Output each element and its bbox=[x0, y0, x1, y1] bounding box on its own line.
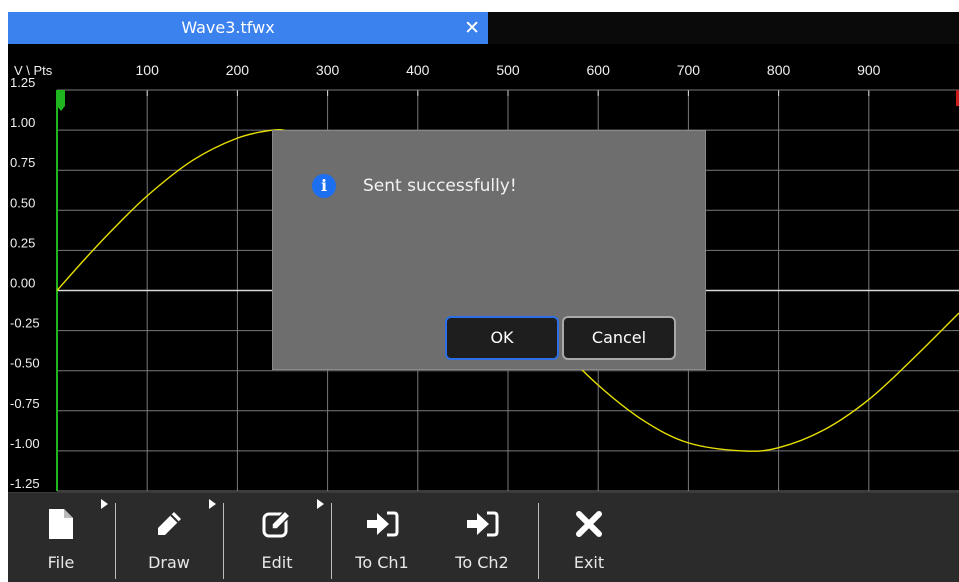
exit-button[interactable]: Exit bbox=[539, 493, 639, 582]
corner-label: V \ Pts bbox=[14, 63, 53, 78]
to-ch1-label: To Ch1 bbox=[355, 553, 409, 572]
file-icon bbox=[8, 509, 114, 539]
x-tick-label: 500 bbox=[496, 62, 520, 78]
x-tick-label: 700 bbox=[677, 62, 701, 78]
draw-button[interactable]: Draw bbox=[116, 493, 222, 582]
exit-label: Exit bbox=[573, 553, 605, 572]
edit-button[interactable]: Edit bbox=[224, 493, 330, 582]
pencil-icon bbox=[116, 509, 222, 539]
y-tick-label: 0.75 bbox=[10, 155, 35, 170]
dialog-message: Sent successfully! bbox=[363, 176, 517, 196]
submenu-arrow-icon bbox=[101, 499, 108, 509]
y-tick-label: -1.25 bbox=[10, 476, 40, 491]
sent-success-dialog: i Sent successfully! OK Cancel bbox=[272, 130, 706, 370]
tab-title: Wave3.tfwx bbox=[181, 18, 275, 37]
x-tick-label: 600 bbox=[587, 62, 611, 78]
info-icon: i bbox=[312, 174, 336, 198]
to-ch2-button[interactable]: To Ch2 bbox=[432, 493, 532, 582]
edit-label: Edit bbox=[261, 553, 293, 572]
file-label: File bbox=[47, 553, 75, 572]
to-ch1-button[interactable]: To Ch1 bbox=[332, 493, 432, 582]
to-ch2-label: To Ch2 bbox=[455, 553, 509, 572]
y-tick-label: 1.00 bbox=[10, 115, 35, 130]
y-tick-label: 0.50 bbox=[10, 195, 35, 210]
ok-button[interactable]: OK bbox=[445, 316, 559, 360]
close-icon bbox=[539, 509, 639, 539]
submenu-arrow-icon bbox=[317, 499, 324, 509]
y-tick-label: -1.00 bbox=[10, 436, 40, 451]
draw-label: Draw bbox=[148, 553, 190, 572]
y-tick-label: -0.75 bbox=[10, 396, 40, 411]
edit-icon bbox=[224, 509, 330, 539]
send-to-channel-icon bbox=[332, 509, 432, 539]
y-tick-label: 0.25 bbox=[10, 235, 35, 250]
y-tick-label: -0.25 bbox=[10, 316, 40, 331]
x-tick-label: 800 bbox=[767, 62, 791, 78]
cancel-button[interactable]: Cancel bbox=[562, 316, 676, 360]
x-tick-label: 200 bbox=[226, 62, 250, 78]
waveform-editor-screen: Wave3.tfwx ✕ 100 200 300 400 500 600 700 800 900… bbox=[8, 12, 959, 582]
y-tick-label: 0.00 bbox=[10, 276, 35, 291]
x-tick-label: 900 bbox=[857, 62, 881, 78]
y-tick-label: -0.50 bbox=[10, 356, 40, 371]
send-to-channel-icon bbox=[432, 509, 532, 539]
tab-bar: Wave3.tfwx ✕ bbox=[8, 12, 959, 44]
tab-close-icon[interactable]: ✕ bbox=[464, 12, 480, 44]
submenu-arrow-icon bbox=[209, 499, 216, 509]
x-tick-label: 400 bbox=[406, 62, 430, 78]
bottom-toolbar: File Draw Edit To Ch1 To Ch2 Exit bbox=[8, 492, 959, 582]
x-tick-label: 100 bbox=[136, 62, 160, 78]
x-tick-label: 300 bbox=[316, 62, 340, 78]
tab-wave3[interactable]: Wave3.tfwx ✕ bbox=[8, 12, 488, 44]
file-button[interactable]: File bbox=[8, 493, 114, 582]
